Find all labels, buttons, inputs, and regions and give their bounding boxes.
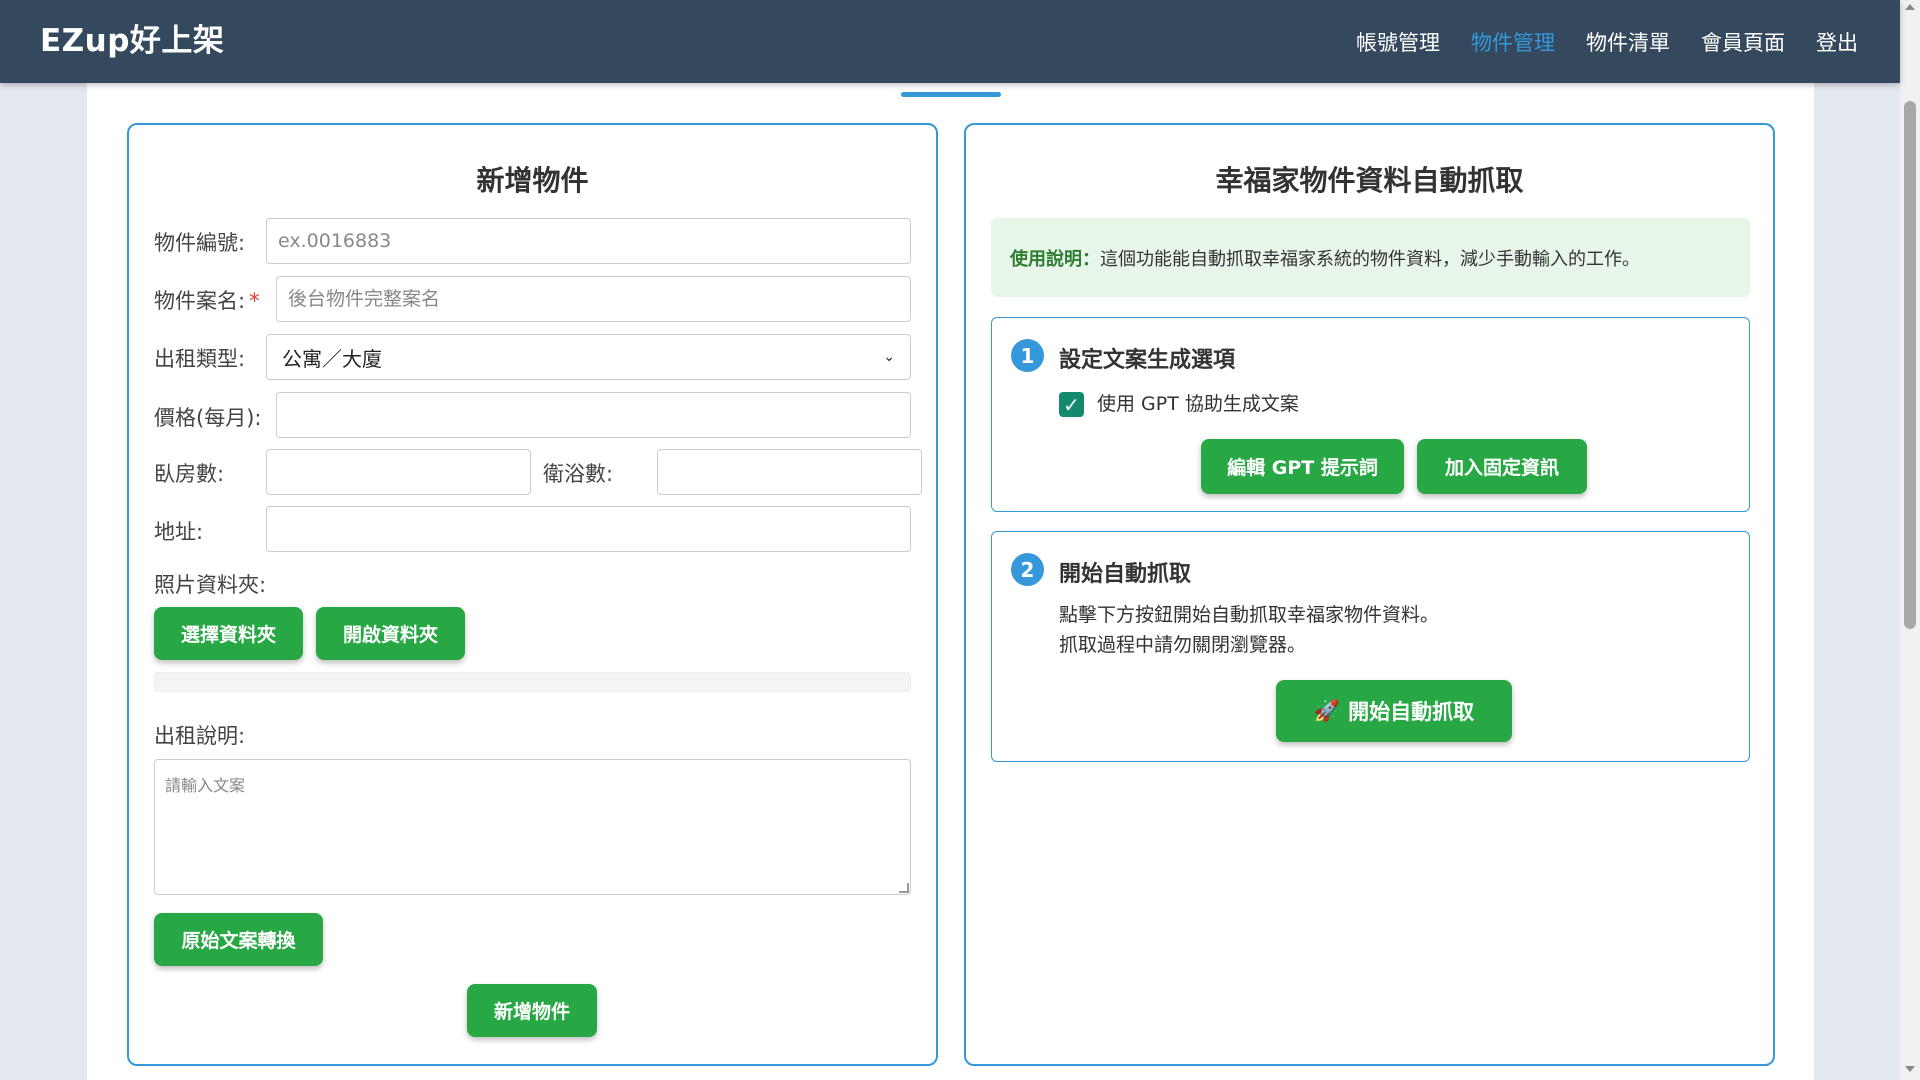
- step-number-badge: 2: [1011, 553, 1044, 586]
- scroll-down-arrow-icon[interactable]: [1905, 1066, 1915, 1072]
- nav-links: 帳號管理 物件管理 物件清單 會員頁面 登出: [1325, 0, 1858, 83]
- main-container: 新增物件 物件編號: 物件案名:* 出租類型: 公寓／大廈 ⌄ 價格(每月): …: [87, 83, 1814, 1080]
- step-title: 開始自動抓取: [1059, 562, 1192, 587]
- open-folder-button[interactable]: 開啟資料夾: [316, 607, 465, 660]
- use-gpt-label[interactable]: 使用 GPT 協助生成文案: [1097, 392, 1299, 417]
- usage-info-box: 使用說明： 這個功能能自動抓取幸福家系統的物件資料，減少手動輸入的工作。: [991, 218, 1750, 297]
- top-navbar: EZup好上架 帳號管理 物件管理 物件清單 會員頁面 登出: [0, 0, 1900, 83]
- step-2-card: 2 開始自動抓取 點擊下方按鈕開始自動抓取幸福家物件資料。 抓取過程中請勿關閉瀏…: [991, 531, 1750, 762]
- nav-link-property-management[interactable]: 物件管理: [1471, 27, 1555, 57]
- bedrooms-input[interactable]: [266, 449, 531, 495]
- photo-folder-label: 照片資料夾:: [154, 573, 267, 597]
- nav-link-member[interactable]: 會員頁面: [1701, 27, 1785, 57]
- info-label: 使用說明：: [1010, 248, 1100, 270]
- info-text: 這個功能能自動抓取幸福家系統的物件資料，減少手動輸入的工作。: [1100, 248, 1640, 270]
- use-gpt-checkbox[interactable]: ✓: [1059, 392, 1084, 417]
- step-title: 設定文案生成選項: [1059, 348, 1236, 373]
- property-name-input[interactable]: [276, 276, 911, 322]
- select-folder-button[interactable]: 選擇資料夾: [154, 607, 303, 660]
- property-id-input[interactable]: [266, 218, 911, 264]
- start-auto-fetch-label: 開始自動抓取: [1348, 700, 1475, 724]
- brand-logo[interactable]: EZup好上架: [40, 0, 224, 83]
- resize-handle-icon[interactable]: [899, 883, 909, 893]
- bathrooms-input[interactable]: [657, 449, 922, 495]
- add-property-button[interactable]: 新增物件: [467, 984, 597, 1037]
- description-label: 出租說明:: [154, 724, 246, 748]
- add-fixed-info-button[interactable]: 加入固定資訊: [1417, 439, 1587, 494]
- auto-fetch-panel: 幸福家物件資料自動抓取 使用說明： 這個功能能自動抓取幸福家系統的物件資料，減少手…: [964, 123, 1775, 1066]
- tab-indicator: [901, 92, 1001, 97]
- nav-link-logout[interactable]: 登出: [1816, 27, 1858, 57]
- property-name-label-text: 物件案名:: [154, 289, 246, 313]
- property-id-label: 物件編號:: [154, 231, 246, 255]
- bedrooms-label: 臥房數:: [154, 462, 225, 486]
- panel-title: 新增物件: [476, 164, 589, 197]
- checkmark-icon: ✓: [1063, 392, 1080, 417]
- rental-type-value: 公寓／大廈: [282, 346, 382, 371]
- rental-type-select[interactable]: 公寓／大廈 ⌄: [266, 334, 911, 380]
- scrollbar-thumb[interactable]: [1904, 101, 1916, 629]
- nav-link-property-list[interactable]: 物件清單: [1586, 27, 1670, 57]
- bathrooms-label: 衛浴數:: [543, 462, 614, 486]
- step-1-card: 1 設定文案生成選項 ✓ 使用 GPT 協助生成文案 編輯 GPT 提示詞 加入…: [991, 317, 1750, 512]
- page-scrollbar[interactable]: [1900, 0, 1920, 1080]
- chevron-down-icon: ⌄: [883, 349, 895, 365]
- rocket-icon: 🚀: [1313, 698, 1341, 723]
- upload-progress-bar: [154, 672, 911, 692]
- edit-gpt-prompt-button[interactable]: 編輯 GPT 提示詞: [1201, 439, 1404, 494]
- step-desc-line-1: 點擊下方按鈕開始自動抓取幸福家物件資料。: [1059, 604, 1440, 626]
- rental-type-label: 出租類型:: [154, 347, 246, 371]
- address-input[interactable]: [266, 506, 911, 552]
- start-auto-fetch-button[interactable]: 🚀 開始自動抓取: [1276, 680, 1512, 742]
- panel-title: 幸福家物件資料自動抓取: [1215, 164, 1524, 197]
- property-name-label: 物件案名: *: [154, 285, 260, 315]
- scroll-up-arrow-icon[interactable]: [1905, 4, 1915, 10]
- step-number-badge: 1: [1011, 339, 1044, 372]
- step-desc-line-2: 抓取過程中請勿關閉瀏覽器。: [1059, 634, 1307, 656]
- price-label: 價格(每月):: [154, 406, 262, 430]
- nav-link-account[interactable]: 帳號管理: [1356, 27, 1440, 57]
- add-property-panel: 新增物件 物件編號: 物件案名:* 出租類型: 公寓／大廈 ⌄ 價格(每月): …: [127, 123, 938, 1066]
- address-label: 地址:: [154, 520, 204, 544]
- price-input[interactable]: [276, 392, 911, 438]
- required-mark: *: [249, 289, 260, 313]
- convert-text-button[interactable]: 原始文案轉換: [154, 913, 323, 966]
- description-textarea[interactable]: [154, 759, 911, 895]
